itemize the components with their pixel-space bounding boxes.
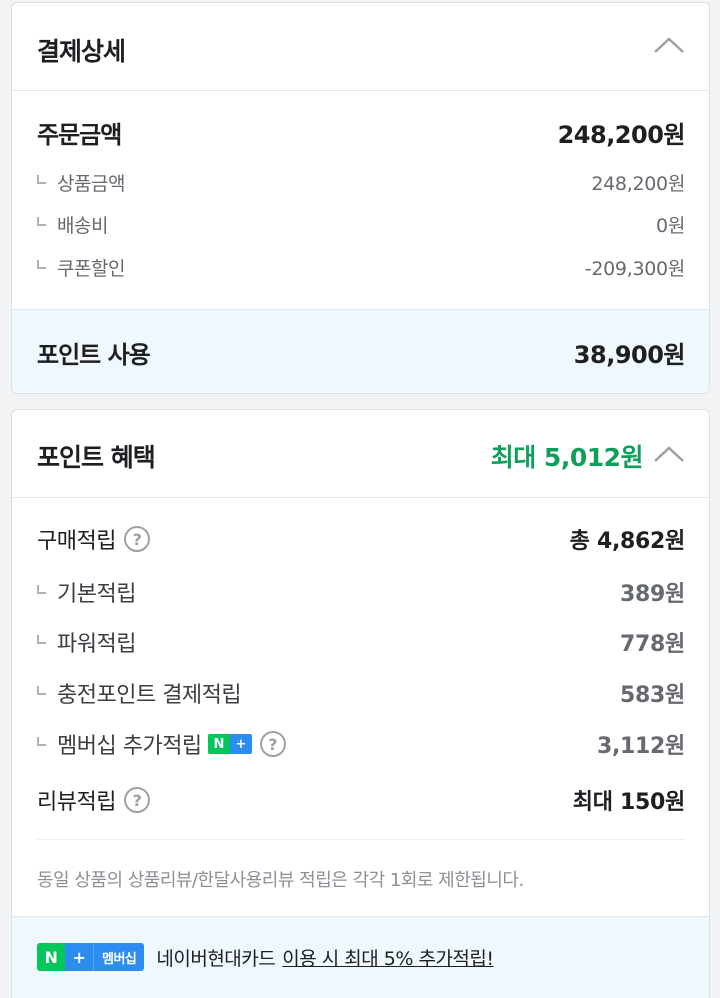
membership-reward-value: 3,112원	[596, 734, 685, 759]
membership-reward-row: 멤버십 추가적립 N + ? 3,112원	[37, 728, 685, 760]
payment-detail-header[interactable]: 결제상세	[12, 3, 709, 91]
point-use-value: 38,900원	[573, 341, 686, 369]
purchase-reward-value: 총 4,862원	[569, 529, 686, 554]
sub-item-corner-icon	[37, 685, 46, 695]
point-benefit-title: 포인트 혜택	[37, 443, 156, 472]
badge-n: N	[207, 734, 230, 754]
basic-reward-label: 기본적립	[57, 582, 136, 607]
order-amount-value: 248,200원	[557, 121, 686, 149]
divider	[37, 839, 685, 840]
promo-badge-plus: +	[65, 943, 93, 971]
membership-reward-label: 멤버십 추가적립	[57, 734, 202, 759]
sub-item-corner-icon	[37, 260, 46, 269]
payment-detail-card: 결제상세 주문금액 248,200원 상품금액 248,200원 배송비 0원 …	[11, 2, 710, 394]
shipping-fee-label: 배송비	[57, 215, 108, 237]
sub-item-corner-icon	[37, 634, 46, 644]
product-amount-value: 248,200원	[591, 173, 685, 195]
review-reward-value: 최대 150원	[572, 790, 686, 815]
benefit-max-amount: 최대 5,012원	[490, 443, 644, 472]
charge-point-reward-row: 충전포인트 결제적립 583원	[37, 677, 685, 709]
purchase-reward-row: 구매적립? 총 4,862원	[37, 523, 685, 555]
shipping-fee-row: 배송비 0원	[37, 211, 685, 238]
promo-band: N + 멤버십 네이버현대카드 이용 시 최대 5% 추가적립!	[12, 916, 709, 998]
question-circle-icon[interactable]: ?	[259, 731, 286, 757]
review-limit-notice: 동일 상품의 상품리뷰/한달사용리뷰 적립은 각각 1회로 제한됩니다.	[37, 870, 524, 891]
question-circle-icon[interactable]: ?	[123, 526, 150, 552]
point-benefit-header[interactable]: 포인트 혜택 최대 5,012원	[12, 410, 709, 498]
coupon-discount-label: 쿠폰할인	[57, 258, 125, 280]
power-reward-row: 파워적립 778원	[37, 626, 685, 658]
chevron-up-icon[interactable]	[653, 35, 685, 55]
order-amount-row: 주문금액 248,200원	[37, 115, 686, 150]
point-use-label: 포인트 사용	[37, 341, 151, 369]
power-reward-label: 파워적립	[57, 632, 136, 657]
coupon-discount-row: 쿠폰할인 -209,300원	[37, 254, 685, 281]
promo-link[interactable]: 이용 시 최대 5% 추가적립!	[282, 944, 494, 971]
review-reward-label: 리뷰적립	[37, 790, 116, 815]
purchase-reward-label: 구매적립	[37, 529, 116, 554]
naver-plus-badge-icon: N +	[207, 734, 252, 754]
order-amount-label: 주문금액	[37, 121, 122, 149]
promo-badge-text: 멤버십	[93, 943, 145, 971]
product-amount-row: 상품금액 248,200원	[37, 169, 685, 196]
naver-card-promo[interactable]: N + 멤버십 네이버현대카드 이용 시 최대 5% 추가적립!	[37, 943, 494, 971]
power-reward-value: 778원	[620, 632, 685, 657]
coupon-discount-value: -209,300원	[584, 258, 686, 280]
promo-badge-n: N	[37, 943, 65, 971]
payment-detail-title: 결제상세	[37, 37, 126, 66]
chevron-up-icon[interactable]	[653, 444, 685, 464]
sub-item-corner-icon	[37, 736, 46, 746]
point-benefit-card: 포인트 혜택 최대 5,012원 구매적립? 총 4,862원 기본적립 389…	[11, 409, 710, 998]
naver-plus-membership-badge-icon: N + 멤버십	[37, 943, 145, 971]
basic-reward-value: 389원	[620, 582, 685, 607]
point-use-row: 포인트 사용 38,900원	[37, 335, 686, 370]
charge-point-reward-label: 충전포인트 결제적립	[57, 683, 242, 708]
basic-reward-row: 기본적립 389원	[37, 576, 685, 608]
promo-text: 네이버현대카드	[156, 947, 276, 970]
sub-item-corner-icon	[37, 175, 46, 184]
product-amount-label: 상품금액	[57, 173, 125, 195]
badge-plus: +	[229, 734, 252, 754]
review-reward-row: 리뷰적립? 최대 150원	[37, 784, 685, 816]
sub-item-corner-icon	[37, 217, 46, 226]
shipping-fee-value: 0원	[656, 215, 685, 237]
charge-point-reward-value: 583원	[620, 683, 685, 708]
point-use-band: 포인트 사용 38,900원	[12, 309, 709, 393]
question-circle-icon[interactable]: ?	[123, 787, 150, 813]
sub-item-corner-icon	[37, 584, 46, 594]
